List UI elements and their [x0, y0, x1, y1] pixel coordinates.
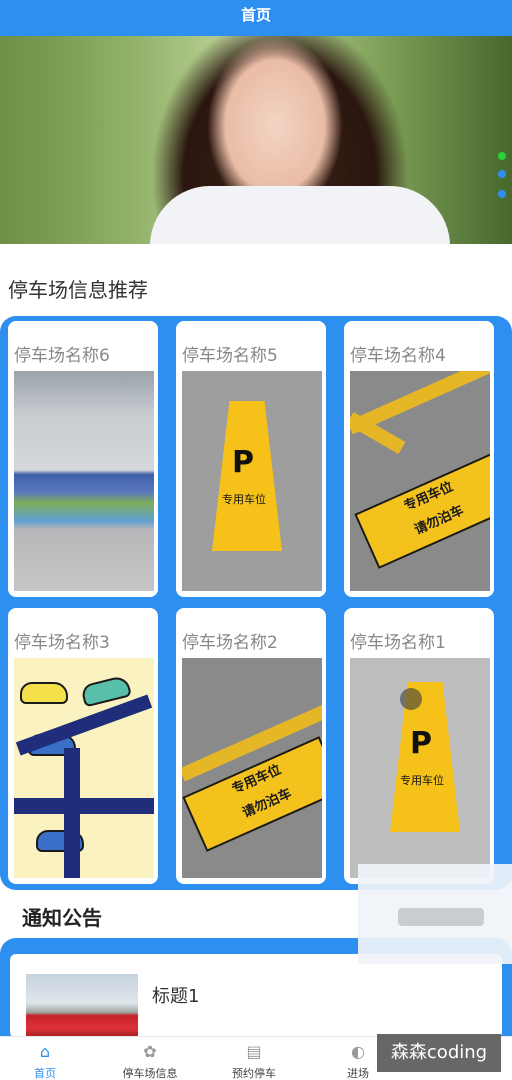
grid-icon: ✿	[143, 1042, 157, 1061]
parking-card[interactable]: 停车场名称2 专用车位 请勿泊车	[176, 608, 326, 884]
watermark: 森森coding	[377, 1034, 501, 1072]
home-icon: ⌂	[39, 1042, 51, 1061]
tab-reserve-parking[interactable]: ▤ 预约停车	[214, 1037, 294, 1080]
banner-photo-detail	[150, 186, 450, 244]
recommend-section-title: 停车场信息推荐	[8, 278, 148, 302]
parking-card[interactable]: 停车场名称6	[8, 321, 158, 597]
parking-card-name: 停车场名称5	[182, 346, 278, 366]
road-marking-image[interactable]: 专用车位 请勿泊车	[350, 371, 490, 591]
tab-home[interactable]: ⌂ 首页	[5, 1037, 85, 1080]
carousel-indicator[interactable]	[498, 190, 506, 198]
painted-plate: 专用车位 请勿泊车	[354, 453, 490, 569]
parking-card-name: 停车场名称6	[14, 346, 110, 366]
parking-card-name: 停车场名称2	[182, 633, 278, 653]
carousel-indicator-active[interactable]	[498, 152, 506, 160]
painted-plate: 专用车位 请勿泊车	[182, 736, 322, 852]
notice-item[interactable]: 标题1	[10, 954, 502, 1038]
parking-card[interactable]: 停车场名称4 专用车位 请勿泊车	[344, 321, 494, 597]
road-marking-image[interactable]: 专用车位 请勿泊车	[182, 658, 322, 878]
notice-item-title: 标题1	[152, 986, 200, 1007]
parking-card[interactable]: 停车场名称5 P 专用车位	[176, 321, 326, 597]
road-stripe	[14, 798, 154, 814]
touch-indicator	[400, 688, 422, 710]
cartoon-car	[20, 682, 68, 704]
parking-card[interactable]: 停车场名称1 P 专用车位	[344, 608, 494, 884]
road-stripe	[64, 748, 80, 878]
banner-carousel[interactable]	[0, 36, 512, 244]
parking-card-name: 停车场名称4	[350, 346, 446, 366]
notice-thumbnail	[26, 974, 138, 1038]
parking-card-name: 停车场名称3	[14, 633, 110, 653]
parking-card-name: 停车场名称1	[350, 633, 446, 653]
reserved-sign-image[interactable]: P 专用车位	[350, 658, 490, 878]
reserved-parking-sign: P 专用车位	[212, 401, 282, 551]
parking-recommend-grid: 停车场名称6 停车场名称5 P 专用车位 停车场名称4 专用车位 请勿泊车 停车…	[0, 316, 512, 890]
top-navigation-bar: 首页	[0, 0, 512, 36]
page-title: 首页	[240, 6, 271, 24]
calendar-icon: ▤	[246, 1042, 262, 1061]
blurred-content	[398, 908, 484, 926]
tab-parking-info[interactable]: ✿ 停车场信息	[110, 1037, 190, 1080]
carousel-indicator[interactable]	[498, 170, 506, 178]
parking-card[interactable]: 停车场名称3	[8, 608, 158, 884]
cartoon-parking-image[interactable]	[14, 658, 154, 878]
parking-garage-image[interactable]	[14, 371, 154, 591]
reserved-sign-image[interactable]: P 专用车位	[182, 371, 322, 591]
enter-icon: ◐	[351, 1042, 365, 1061]
notice-section-title: 通知公告	[22, 906, 102, 930]
blurred-overlay	[358, 864, 512, 964]
